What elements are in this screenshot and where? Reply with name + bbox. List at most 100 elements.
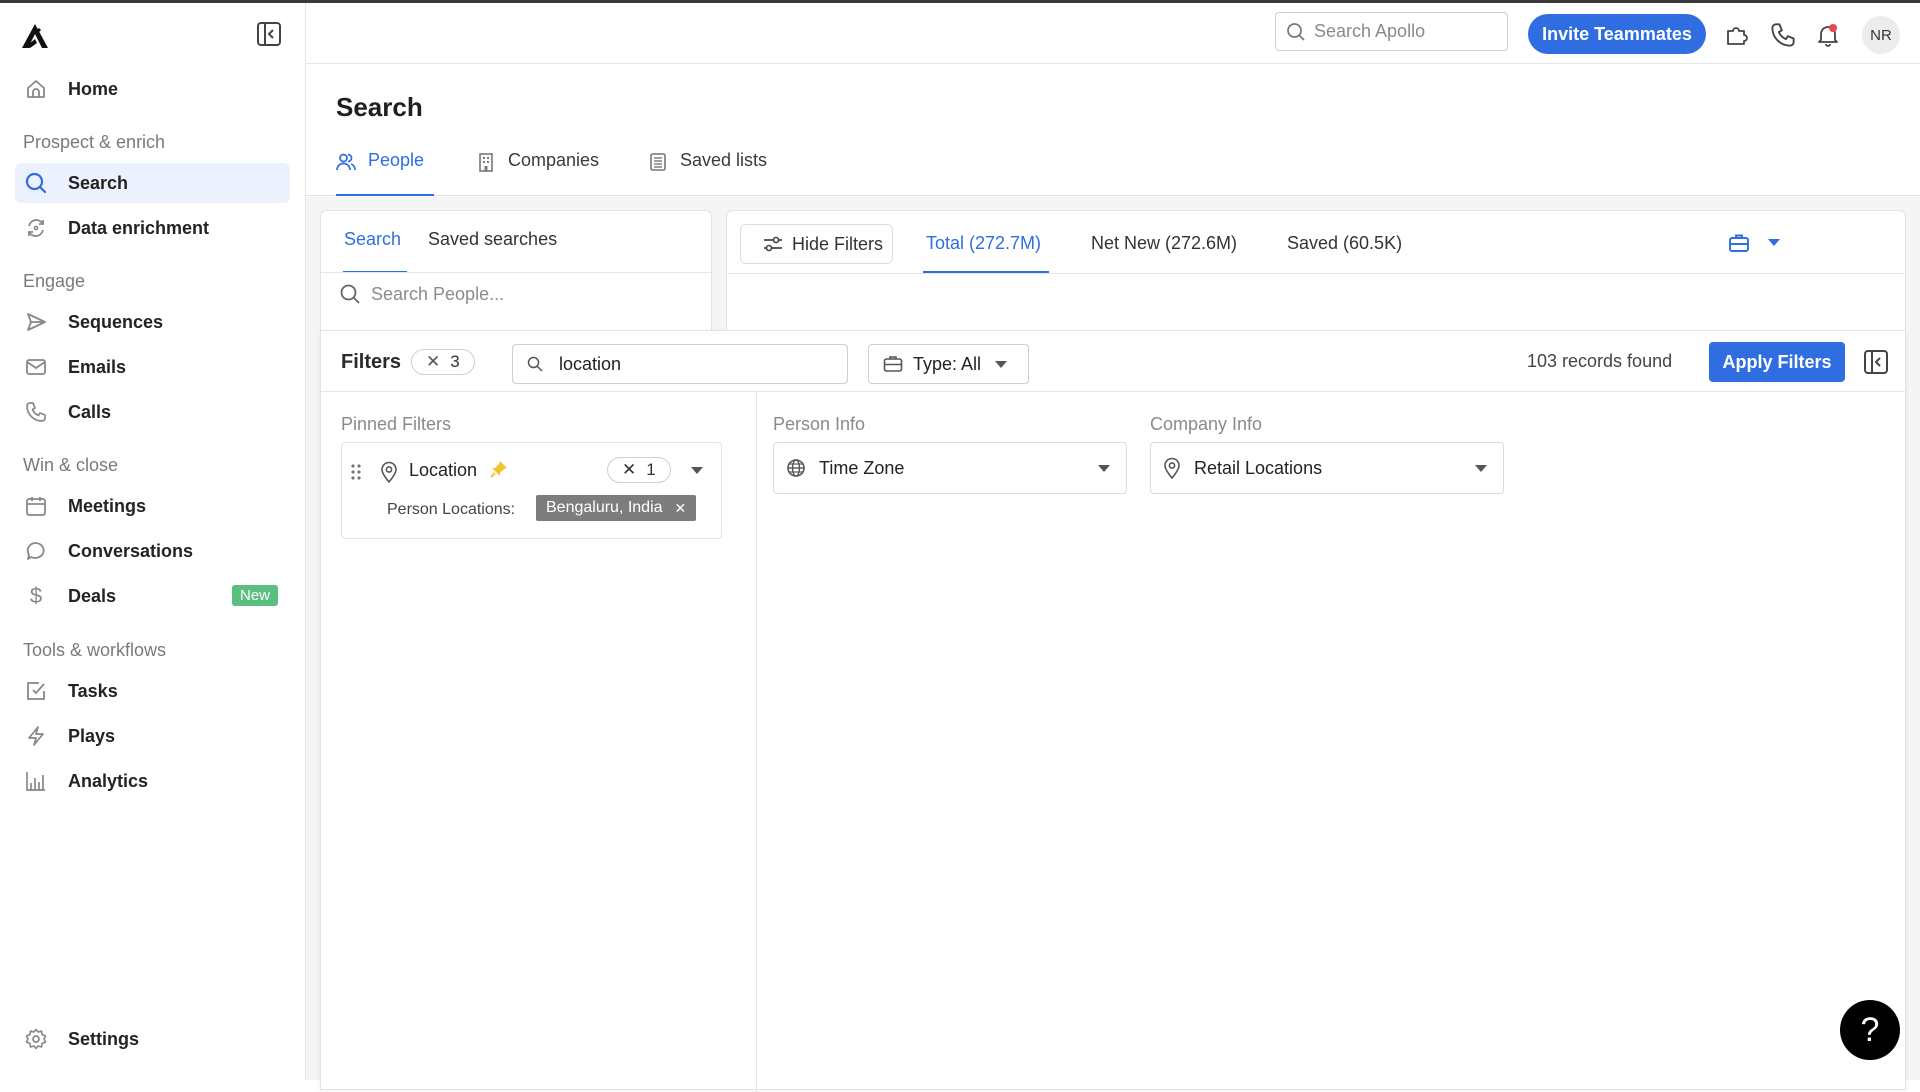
sidebar-item-label: Plays: [68, 725, 116, 746]
sidebar-item-emails[interactable]: Emails: [15, 347, 290, 387]
sidebar-item-plays[interactable]: Plays: [15, 716, 290, 756]
subtab-search[interactable]: Search: [344, 229, 401, 250]
tab-net-new[interactable]: Net New (272.6M): [1091, 233, 1237, 254]
person-locations-label: Person Locations:: [387, 501, 516, 518]
help-button[interactable]: ?: [1840, 1000, 1900, 1060]
collapse-panel-icon[interactable]: [1863, 349, 1889, 375]
mail-icon: [24, 355, 48, 379]
invite-teammates-button[interactable]: Invite Teammates: [1528, 14, 1706, 54]
global-search[interactable]: [1275, 12, 1508, 51]
filter-time-zone[interactable]: Time Zone: [773, 442, 1127, 494]
sidebar-item-calls[interactable]: Calls: [15, 392, 290, 432]
hide-filters-button[interactable]: Hide Filters: [740, 224, 893, 264]
collapse-sidebar-icon[interactable]: [256, 21, 282, 47]
records-found: 103 records found: [1527, 351, 1673, 371]
drag-handle-icon[interactable]: [350, 463, 362, 481]
phone-icon[interactable]: [1770, 22, 1796, 48]
chevron-down-icon[interactable]: [691, 467, 703, 474]
building-icon: [476, 152, 496, 172]
sidebar-item-meetings[interactable]: Meetings: [15, 486, 290, 526]
remove-chip-icon[interactable]: ✕: [675, 500, 687, 517]
globe-icon: [786, 458, 806, 478]
people-search-input[interactable]: [371, 283, 691, 305]
sidebar-item-label: Deals: [68, 585, 117, 606]
filter-value-chip: Bengaluru, India ✕: [536, 495, 697, 521]
lightning-icon: [24, 724, 48, 748]
checkbox-icon: [24, 679, 48, 703]
sidebar-item-label: Settings: [68, 1028, 140, 1049]
divider: [756, 392, 757, 1092]
tab-companies[interactable]: Companies: [476, 150, 599, 196]
tab-saved[interactable]: Saved (60.5K): [1287, 233, 1402, 254]
tab-people[interactable]: People: [336, 150, 434, 196]
close-icon: ✕: [426, 352, 441, 371]
apply-filters-button[interactable]: Apply Filters: [1709, 342, 1845, 382]
subtab-saved-searches[interactable]: Saved searches: [428, 229, 557, 250]
user-avatar[interactable]: NR: [1862, 16, 1900, 54]
sidebar-item-label: Meetings: [68, 495, 147, 516]
sidebar-item-settings[interactable]: Settings: [15, 1019, 290, 1059]
chevron-down-icon: [995, 360, 1008, 368]
tab-saved-lists[interactable]: Saved lists: [648, 150, 767, 196]
sidebar-item-label: Conversations: [68, 540, 194, 561]
filter-label: Retail Locations: [1194, 457, 1323, 478]
gear-icon: [24, 1027, 48, 1051]
people-search[interactable]: [339, 283, 691, 305]
hide-filters-label: Hide Filters: [792, 233, 884, 254]
main-tabs: People Companies Saved lists: [306, 130, 1920, 196]
dollar-icon: $: [29, 583, 43, 608]
chip-label: Bengaluru, India: [546, 499, 663, 516]
company-info-label: Company Info: [1150, 414, 1263, 434]
pin-icon[interactable]: [490, 460, 508, 478]
location-pin-icon: [380, 461, 398, 483]
home-icon: [24, 77, 48, 101]
sidebar-item-conversations[interactable]: Conversations: [15, 531, 290, 571]
notification-bell-icon[interactable]: [1815, 22, 1841, 48]
sidebar-item-sequences[interactable]: Sequences: [15, 302, 290, 342]
section-engage: Engage: [23, 271, 86, 291]
filter-label: Time Zone: [819, 457, 905, 478]
sliders-icon: [763, 235, 783, 253]
type-select-label: Type: All: [913, 353, 982, 374]
sidebar-item-label: Analytics: [68, 770, 149, 791]
sidebar-item-label: Sequences: [68, 311, 164, 332]
content-area: Search Saved searches Hide Filters Total…: [306, 197, 1920, 1092]
sidebar-item-label: Search: [68, 172, 129, 193]
filters-title: Filters: [341, 351, 402, 373]
briefcase-icon: [883, 355, 903, 373]
filter-search-input[interactable]: [559, 353, 839, 375]
pinned-filters-label: Pinned Filters: [341, 414, 452, 434]
sidebar-item-home[interactable]: Home: [15, 69, 290, 109]
sidebar-item-analytics[interactable]: Analytics: [15, 761, 290, 801]
section-tools-workflows: Tools & workflows: [23, 640, 167, 660]
filter-search[interactable]: [512, 344, 848, 384]
global-search-input[interactable]: [1314, 21, 1494, 42]
pinned-filter-title[interactable]: Location: [409, 460, 477, 481]
sidebar-item-tasks[interactable]: Tasks: [15, 671, 290, 711]
filter-retail-locations[interactable]: Retail Locations: [1150, 442, 1504, 494]
sidebar-item-label: Tasks: [68, 680, 118, 701]
phone-icon: [24, 400, 48, 424]
top-bar: Invite Teammates NR: [306, 3, 1920, 64]
people-icon: [336, 152, 356, 172]
briefcase-dropdown-caret[interactable]: [1768, 239, 1780, 246]
sidebar-item-label: Calls: [68, 401, 112, 422]
type-select[interactable]: Type: All: [868, 344, 1029, 384]
person-info-label: Person Info: [773, 414, 866, 434]
bar-chart-icon: [24, 769, 48, 793]
briefcase-icon[interactable]: [1727, 231, 1751, 255]
location-pin-icon: [1163, 457, 1181, 479]
clear-location-filter-button[interactable]: ✕ 1: [607, 457, 671, 483]
page-title: Search: [336, 92, 423, 122]
sidebar-item-search[interactable]: Search: [15, 163, 290, 203]
sidebar-item-data-enrichment[interactable]: Data enrichment: [15, 208, 290, 248]
apollo-logo[interactable]: [20, 23, 50, 49]
sidebar-item-deals[interactable]: $ Deals New: [15, 576, 290, 616]
pinned-filter-location: Location ✕ 1 Person Locations: Bengaluru…: [341, 442, 722, 539]
clear-filters-button[interactable]: ✕ 3: [411, 349, 475, 375]
puzzle-icon[interactable]: [1724, 22, 1750, 48]
list-icon: [648, 152, 668, 172]
search-sidebar-card: Search Saved searches: [320, 210, 712, 340]
tab-total[interactable]: Total (272.7M): [926, 233, 1041, 254]
chevron-down-icon: [1475, 465, 1487, 472]
